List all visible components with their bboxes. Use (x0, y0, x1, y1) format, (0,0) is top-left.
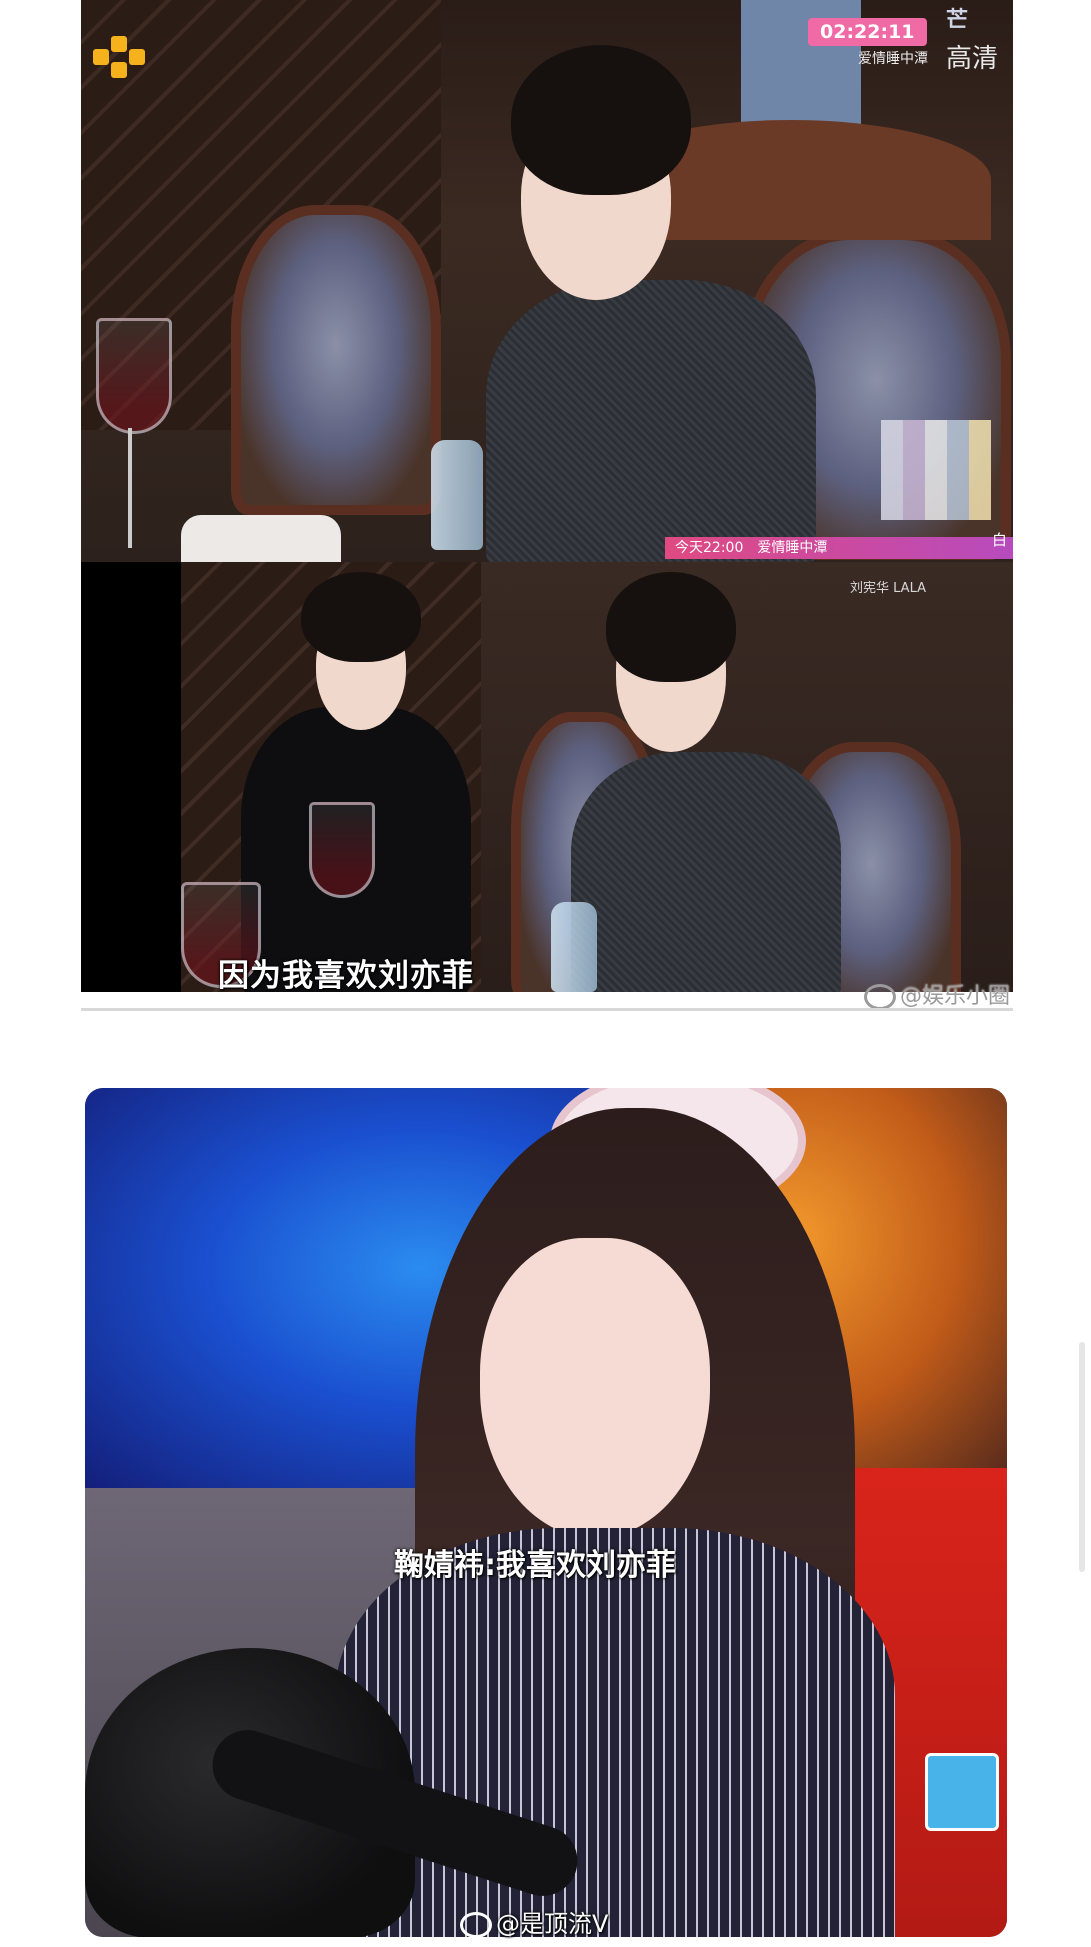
glass-stem (128, 428, 132, 548)
promo-tail: 白 (991, 531, 1007, 549)
short-hair (511, 45, 691, 195)
broadcast-time: 02:22:11 (808, 18, 927, 46)
watermark-text: @娱乐小圈 (900, 984, 1011, 1009)
wine-glass (309, 802, 375, 898)
water-bottle (431, 440, 483, 550)
watermark: @是顶流V (460, 1904, 608, 1939)
variety-show-still (85, 1088, 1007, 1937)
corner-logo: 芒 (946, 8, 969, 33)
napkin (181, 515, 341, 562)
scrollbar[interactable] (1079, 1342, 1085, 1572)
hair (301, 572, 421, 662)
chair (231, 205, 441, 515)
drama-still-lower (81, 562, 1013, 992)
scene (181, 562, 1013, 992)
short-hair (606, 572, 736, 682)
weibo-icon (460, 1912, 492, 1938)
divider (81, 1008, 1013, 1011)
sweater (486, 280, 816, 562)
weibo-icon (864, 984, 896, 1010)
wine-glass (96, 318, 172, 434)
mango-tv-logo-icon (93, 36, 157, 78)
subtitle: 因为我喜欢刘亦菲 (218, 958, 474, 994)
promo-bar: 今天22:00 爱情睡中潭 白 (665, 531, 1013, 559)
mosaic-blur (881, 420, 991, 520)
sticker-icon (925, 1753, 999, 1831)
channel-text: 爱情睡中潭 (858, 51, 928, 67)
sweater (571, 752, 841, 992)
drama-still-upper (81, 0, 1013, 562)
water-bottle (551, 902, 597, 992)
face (480, 1238, 710, 1538)
watermark: @娱乐小圈 (864, 978, 1010, 1010)
name-tag: 刘宪华 LALA (850, 581, 927, 596)
subtitle: 鞠婧祎:我喜欢刘亦菲 (394, 1548, 676, 1583)
quality-label: 高清 (946, 44, 999, 74)
watermark-text: @是顶流V (496, 1910, 609, 1938)
promo-text: 今天22:00 爱情睡中潭 (675, 540, 828, 556)
striped-shirt (335, 1528, 895, 1937)
